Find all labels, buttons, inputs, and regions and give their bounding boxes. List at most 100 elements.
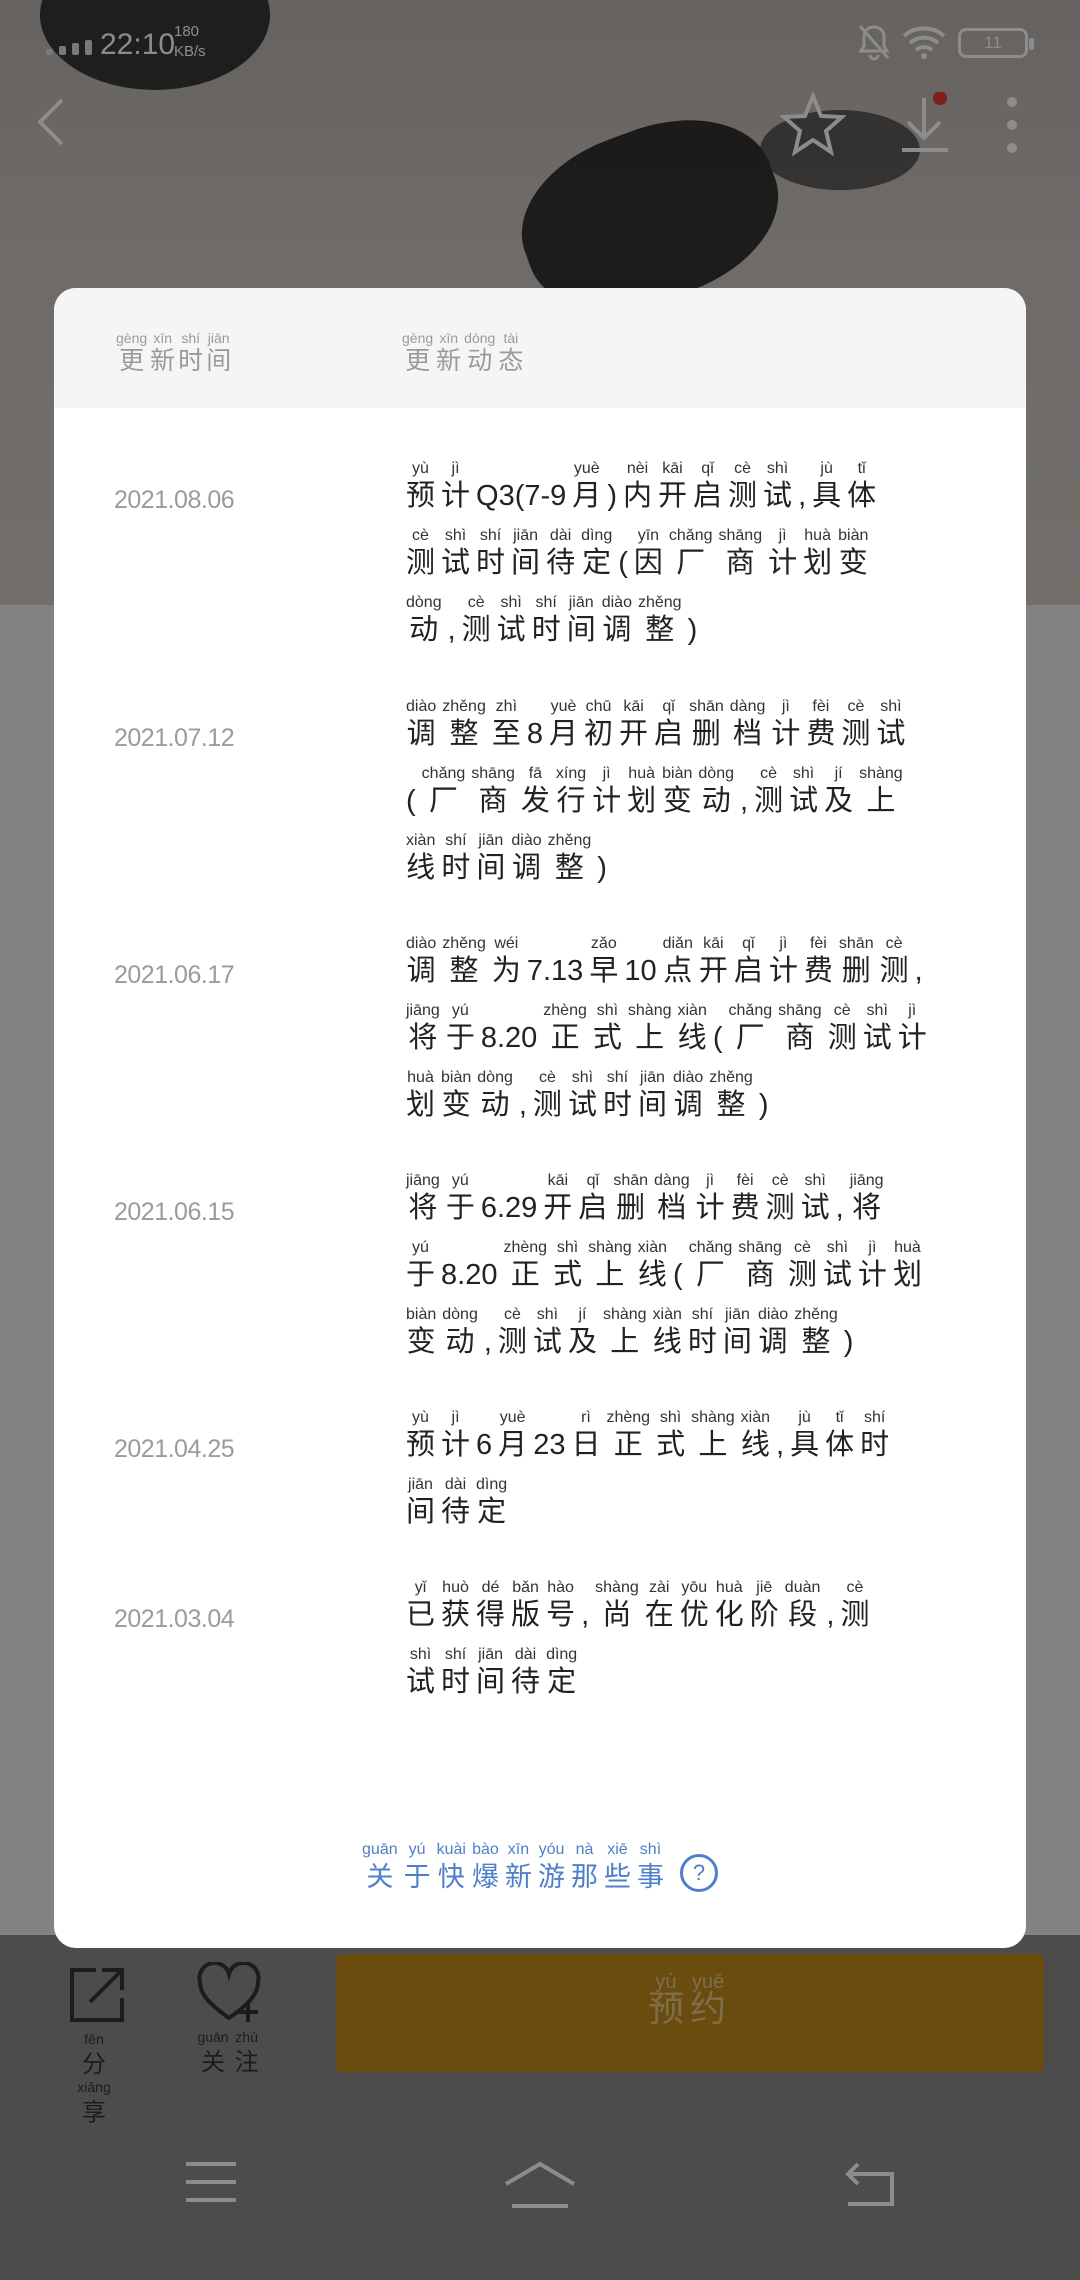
hanzi: 定	[547, 1666, 577, 1698]
pinyin: gèng	[402, 330, 434, 346]
hanzi: 初	[584, 718, 614, 750]
ruby-char: shì 试	[763, 459, 792, 513]
ruby-char: ,	[448, 593, 456, 647]
hanzi: 式	[656, 1429, 686, 1461]
pinyin: hào	[547, 1579, 574, 1596]
about-link-text[interactable]: guān 关 yú 于 kuài 快 bào 爆 xīn 新 yóu 游 nà 那 xiē 些 shì 事	[362, 1841, 670, 1893]
pinyin: dài	[549, 527, 572, 544]
ruby-char: jiān 间	[567, 593, 596, 647]
ruby-char: kāi 开	[543, 1171, 572, 1225]
hanzi: )	[607, 480, 617, 512]
ruby-char: jiān 间	[476, 1645, 505, 1699]
ruby-char: huà 划	[627, 764, 656, 818]
pinyin: shí	[863, 1409, 886, 1426]
pinyin: dàng	[654, 1172, 690, 1189]
ruby-char: zhì 至	[492, 697, 521, 751]
hanzi: 动	[701, 785, 731, 817]
ruby-char: shāng 商	[719, 526, 763, 580]
hanzi: ,	[776, 1429, 785, 1461]
description-line: jiān 间 dài 待 dìng 定	[406, 1462, 1006, 1529]
hanzi: 已	[406, 1599, 436, 1631]
header-update-news: gèng 更 xīn 新 dòng 动 tài 态	[402, 330, 526, 376]
ruby-char: yù 预	[406, 459, 435, 513]
ruby-char: yuè 月	[498, 1408, 527, 1462]
hanzi: 游	[537, 1862, 565, 1892]
pinyin: shì	[500, 594, 522, 611]
ruby-char: zhèng 正	[543, 1001, 587, 1055]
pinyin: jiē	[756, 1579, 773, 1596]
ruby-char: jiān 间	[723, 1305, 752, 1359]
hanzi: 商	[478, 785, 508, 817]
ruby-char: shì 试	[533, 1305, 562, 1359]
pinyin: shí	[445, 832, 467, 849]
pinyin	[673, 1238, 683, 1258]
ruby-char: 8.20	[441, 1238, 497, 1292]
hanzi: 于	[406, 1259, 436, 1291]
pinyin: huò	[442, 1579, 469, 1596]
pinyin: kāi	[623, 698, 644, 715]
pinyin	[476, 1408, 492, 1428]
help-question-icon[interactable]: ?	[679, 1854, 718, 1892]
ruby-char: qǐ 启	[654, 697, 683, 751]
ruby-char: jiān 间	[476, 831, 505, 885]
pinyin: xīn	[439, 330, 458, 346]
hanzi: 将	[852, 1192, 882, 1224]
ruby-char: diào 调	[602, 593, 632, 647]
hanzi: 定	[582, 547, 612, 579]
ruby-char: zhěng 整	[442, 697, 486, 751]
hanzi: ,	[581, 1599, 590, 1631]
ruby-char: jì 计	[441, 459, 470, 513]
hanzi: 早	[589, 955, 619, 987]
ruby-char: biàn 变	[838, 526, 868, 580]
pinyin: kāi	[703, 935, 724, 952]
hanzi: 整	[716, 1089, 746, 1121]
ruby-char: jì 计	[771, 697, 800, 751]
ruby-char: xīn 新	[150, 330, 175, 376]
pinyin: diào	[511, 832, 542, 849]
ruby-char: cè 测	[533, 1068, 562, 1122]
hanzi: 线	[637, 1259, 667, 1291]
hanzi: 档	[657, 1192, 687, 1224]
pinyin: cè	[412, 527, 429, 544]
pinyin: xiàn	[406, 832, 436, 849]
pinyin	[448, 593, 456, 613]
hanzi: 费	[730, 1192, 760, 1224]
ruby-char: dòng 动	[698, 764, 734, 818]
hanzi: 测	[827, 1022, 857, 1054]
ruby-char: dàng 档	[730, 697, 766, 751]
pinyin: cè	[793, 1239, 811, 1256]
ruby-char: shí 时	[688, 1305, 717, 1359]
pinyin: jì	[908, 1002, 917, 1019]
ruby-char: huà 化	[715, 1578, 744, 1632]
pinyin: huà	[628, 765, 655, 782]
description-line: yù 预 jì 计 6 yuè 月 23 rì 日 zhèng 正 shì 式 shàng 上 xiàn 线, jù…	[406, 1395, 1006, 1462]
hanzi: 因	[633, 547, 663, 579]
ruby-char: shí 时	[603, 1068, 632, 1122]
pinyin	[826, 1578, 834, 1598]
ruby-char: fā 发	[521, 764, 550, 818]
hanzi: (	[673, 1259, 683, 1291]
ruby-char: shì 试	[789, 764, 818, 818]
ruby-char: shì 事	[637, 1840, 664, 1894]
hanzi: 正	[510, 1259, 540, 1291]
ruby-char: dìng 定	[581, 526, 612, 580]
about-link[interactable]: guān 关 yú 于 kuài 快 bào 爆 xīn 新 yóu 游 nà 那 xiē 些 shì 事?	[54, 1840, 1026, 1894]
ruby-char: cè 测	[828, 1001, 857, 1055]
ruby-char: qǐ 启	[734, 934, 763, 988]
pinyin	[713, 1001, 723, 1021]
ruby-char: diào 调	[673, 1068, 703, 1122]
pinyin: jì	[778, 527, 787, 544]
ruby-char: dòng 动	[477, 1068, 513, 1122]
pinyin: huà	[407, 1069, 434, 1086]
pinyin: diào	[406, 935, 437, 952]
ruby-char: zhěng 整	[548, 831, 592, 885]
pinyin	[481, 1001, 537, 1021]
pinyin: nà	[575, 1841, 594, 1858]
ruby-char: shí 时	[532, 593, 561, 647]
ruby-char: 23	[533, 1408, 565, 1462]
row-date: 2021.03.04	[114, 1605, 235, 1633]
hanzi: 将	[408, 1022, 438, 1054]
ruby-char: shàng 上	[691, 1408, 735, 1462]
hanzi: 待	[441, 1496, 471, 1528]
ruby-char: cè 测	[406, 526, 435, 580]
